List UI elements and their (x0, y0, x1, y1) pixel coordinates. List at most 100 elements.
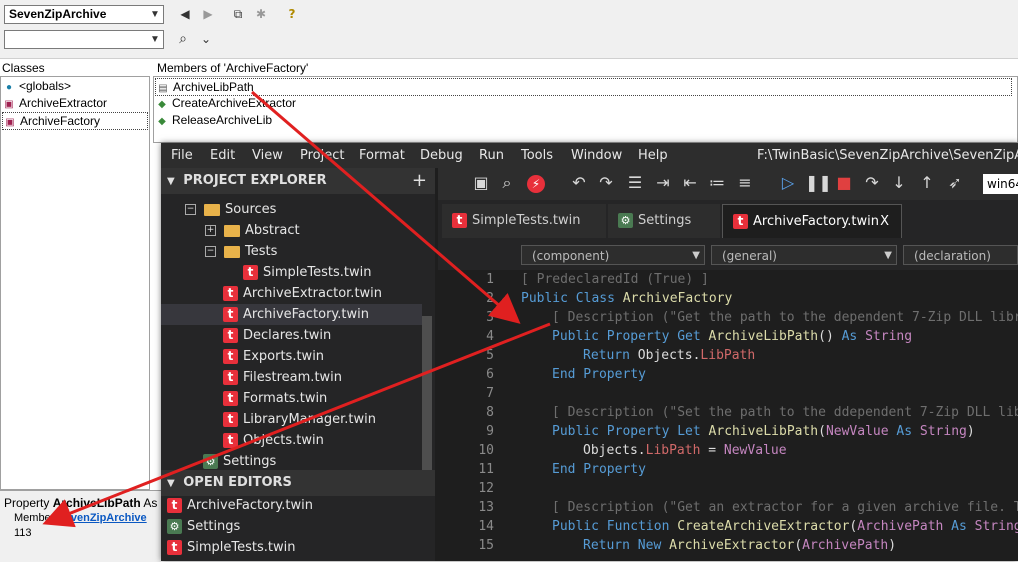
open-editor-item[interactable]: t SimpleTests.twin (167, 537, 295, 558)
members-label: Members of 'ArchiveFactory' (157, 61, 309, 75)
classes-pane: ● <globals> ▣ ArchiveExtractor ▣ ArchiveFac… (0, 76, 150, 490)
twin-file-icon: t (167, 498, 182, 513)
menu-view[interactable]: View (252, 143, 283, 168)
menu-help[interactable]: Help (638, 143, 668, 168)
menu-project[interactable]: Project (300, 143, 344, 168)
twin-file-icon: t (223, 391, 238, 406)
code-line: Public Class ArchiveFactory (521, 291, 733, 306)
member-item-selected[interactable]: ▤ ArchiveLibPath (155, 78, 1012, 96)
chevron-down-icon: ▼ (150, 9, 160, 20)
twin-file-icon: t (223, 433, 238, 448)
tab-archivefactory[interactable]: t ArchiveFactory.twin X (722, 204, 902, 238)
class-item-selected[interactable]: ▣ ArchiveFactory (2, 112, 148, 130)
menu-window[interactable]: Window (571, 143, 622, 168)
code-line: Return New ArchiveExtractor(ArchivePath) (583, 538, 897, 553)
method-icon: ◆ (158, 99, 166, 110)
stop-build-icon[interactable]: ⚡ (525, 172, 547, 194)
menu-edit[interactable]: Edit (210, 143, 235, 168)
add-icon[interactable]: + (412, 168, 427, 194)
tree-file[interactable]: t SimpleTests.twin (243, 262, 371, 283)
window-title: F:\TwinBasic\SevenZipArchive\SevenZipArc… (757, 148, 1018, 163)
toggle-search-results-icon[interactable]: ⌄ (196, 29, 216, 49)
search-combo[interactable]: ▼ (4, 30, 164, 49)
class-item[interactable]: ▣ ArchiveExtractor (2, 95, 107, 111)
project-explorer-header[interactable]: ▼ PROJECT EXPLORER + (161, 168, 435, 194)
globals-icon: ● (5, 82, 13, 93)
outdent-icon[interactable]: ⇤ (679, 172, 701, 194)
copy-icon[interactable]: ⧉ (228, 4, 248, 24)
expand-box-icon: + (205, 225, 216, 236)
platform-combo[interactable]: win64 (983, 174, 1018, 194)
menu-debug[interactable]: Debug (420, 143, 463, 168)
chevron-down-icon: ▼ (884, 250, 892, 261)
tab-simpletests[interactable]: t SimpleTests.twin (442, 204, 606, 238)
run-icon[interactable]: ▷ (777, 172, 799, 194)
class-item[interactable]: ● <globals> (2, 78, 71, 94)
tree-file[interactable]: t Filestream.twin (223, 367, 342, 388)
component-dropdown[interactable]: (component) ▼ (521, 245, 705, 265)
forward-icon[interactable]: ▶ (198, 4, 218, 24)
explorer-scrollbar[interactable] (422, 316, 432, 491)
menu-run[interactable]: Run (479, 143, 504, 168)
library-link[interactable]: SevenZipArchive (57, 512, 146, 524)
help-icon[interactable]: ? (282, 4, 302, 24)
editor-toolbar: ▣ ⌕ ⚡ ↶ ↷ ☰ ⇥ ⇤ ≔ ≡ ▷ ❚❚ ■ ↷ ↓ ↑ ➶ win64 (438, 168, 1018, 200)
step-over-icon[interactable]: ↷ (861, 172, 883, 194)
code-line: Objects.LibPath = NewValue (583, 443, 787, 458)
back-icon[interactable]: ◀ (175, 4, 195, 24)
align-icon[interactable]: ☰ (624, 172, 646, 194)
indent-icon[interactable]: ⇥ (652, 172, 674, 194)
collapse-icon: ▼ (167, 176, 175, 187)
general-dropdown[interactable]: (general) ▼ (711, 245, 897, 265)
declaration-dropdown[interactable]: (declaration) (903, 245, 1018, 265)
tree-folder-sources[interactable]: − Sources (185, 199, 276, 220)
tree-file[interactable]: t LibraryManager.twin (223, 409, 376, 430)
tree-folder-tests[interactable]: − Tests (205, 241, 277, 262)
gear-icon: ⚙ (618, 213, 633, 228)
code-editor[interactable]: 1 2 3 4 5 6 7 8 9 10 11 12 13 14 15 [ Pr… (438, 270, 1018, 561)
menu-format[interactable]: Format (359, 143, 405, 168)
tree-settings[interactable]: ⚙ Settings (203, 451, 276, 472)
redo-icon[interactable]: ↷ (595, 172, 617, 194)
tree-folder-abstract[interactable]: + Abstract (205, 220, 300, 241)
pause-icon[interactable]: ❚❚ (805, 172, 832, 194)
undo-icon[interactable]: ↶ (568, 172, 590, 194)
open-editor-item[interactable]: ⚙ Settings (167, 516, 240, 537)
code-navigation-bar: (component) ▼ (general) ▼ (declaration) (438, 240, 1018, 270)
library-combo[interactable]: SevenZipArchive ▼ (4, 5, 164, 24)
code-line: Public Property Let ArchiveLibPath(NewVa… (552, 424, 975, 439)
list-icon[interactable]: ≡ (734, 172, 756, 194)
tree-file[interactable]: t ArchiveExtractor.twin (223, 283, 382, 304)
menu-file[interactable]: File (171, 143, 193, 168)
view-definition-icon[interactable]: ✱ (251, 4, 271, 24)
stop-icon[interactable]: ■ (833, 172, 855, 194)
tree-file[interactable]: t Exports.twin (223, 346, 324, 367)
member-item[interactable]: ◆ ReleaseArchiveLib (155, 112, 272, 128)
run-to-cursor-icon[interactable]: ➶ (944, 172, 966, 194)
folder-icon (224, 245, 240, 258)
tree-file-active[interactable]: t ArchiveFactory.twin (161, 304, 422, 325)
tab-settings[interactable]: ⚙ Settings (608, 204, 720, 238)
member-item[interactable]: ◆ CreateArchiveExtractor (155, 95, 296, 111)
tree-file[interactable]: t Formats.twin (223, 388, 327, 409)
step-out-icon[interactable]: ↑ (916, 172, 938, 194)
gear-icon: ⚙ (203, 454, 218, 469)
open-editor-item[interactable]: t ArchiveFactory.twin (167, 495, 313, 516)
binoculars-icon[interactable]: ⌕ (173, 29, 193, 49)
open-editors-header[interactable]: ▼ OPEN EDITORS (161, 470, 435, 496)
twin-file-icon: t (223, 286, 238, 301)
save-icon[interactable]: ▣ (470, 172, 492, 194)
class-icon: ▣ (4, 99, 14, 110)
step-into-icon[interactable]: ↓ (888, 172, 910, 194)
tree-file[interactable]: t Objects.twin (223, 430, 324, 451)
tree-file[interactable]: t Declares.twin (223, 325, 331, 346)
comment-icon[interactable]: ≔ (706, 172, 728, 194)
object-browser-toolbar: SevenZipArchive ▼ ◀ ▶ ⧉ ✱ ? ▼ ⌕ ⌄ (0, 0, 1018, 59)
search-icon[interactable]: ⌕ (496, 172, 518, 194)
line-number: 13 (478, 500, 494, 515)
twin-file-icon: t (733, 214, 748, 229)
close-tab-icon[interactable]: X (880, 205, 889, 239)
collapse-icon: ▼ (167, 478, 175, 489)
menu-tools[interactable]: Tools (521, 143, 553, 168)
line-number: 14 (478, 519, 494, 534)
